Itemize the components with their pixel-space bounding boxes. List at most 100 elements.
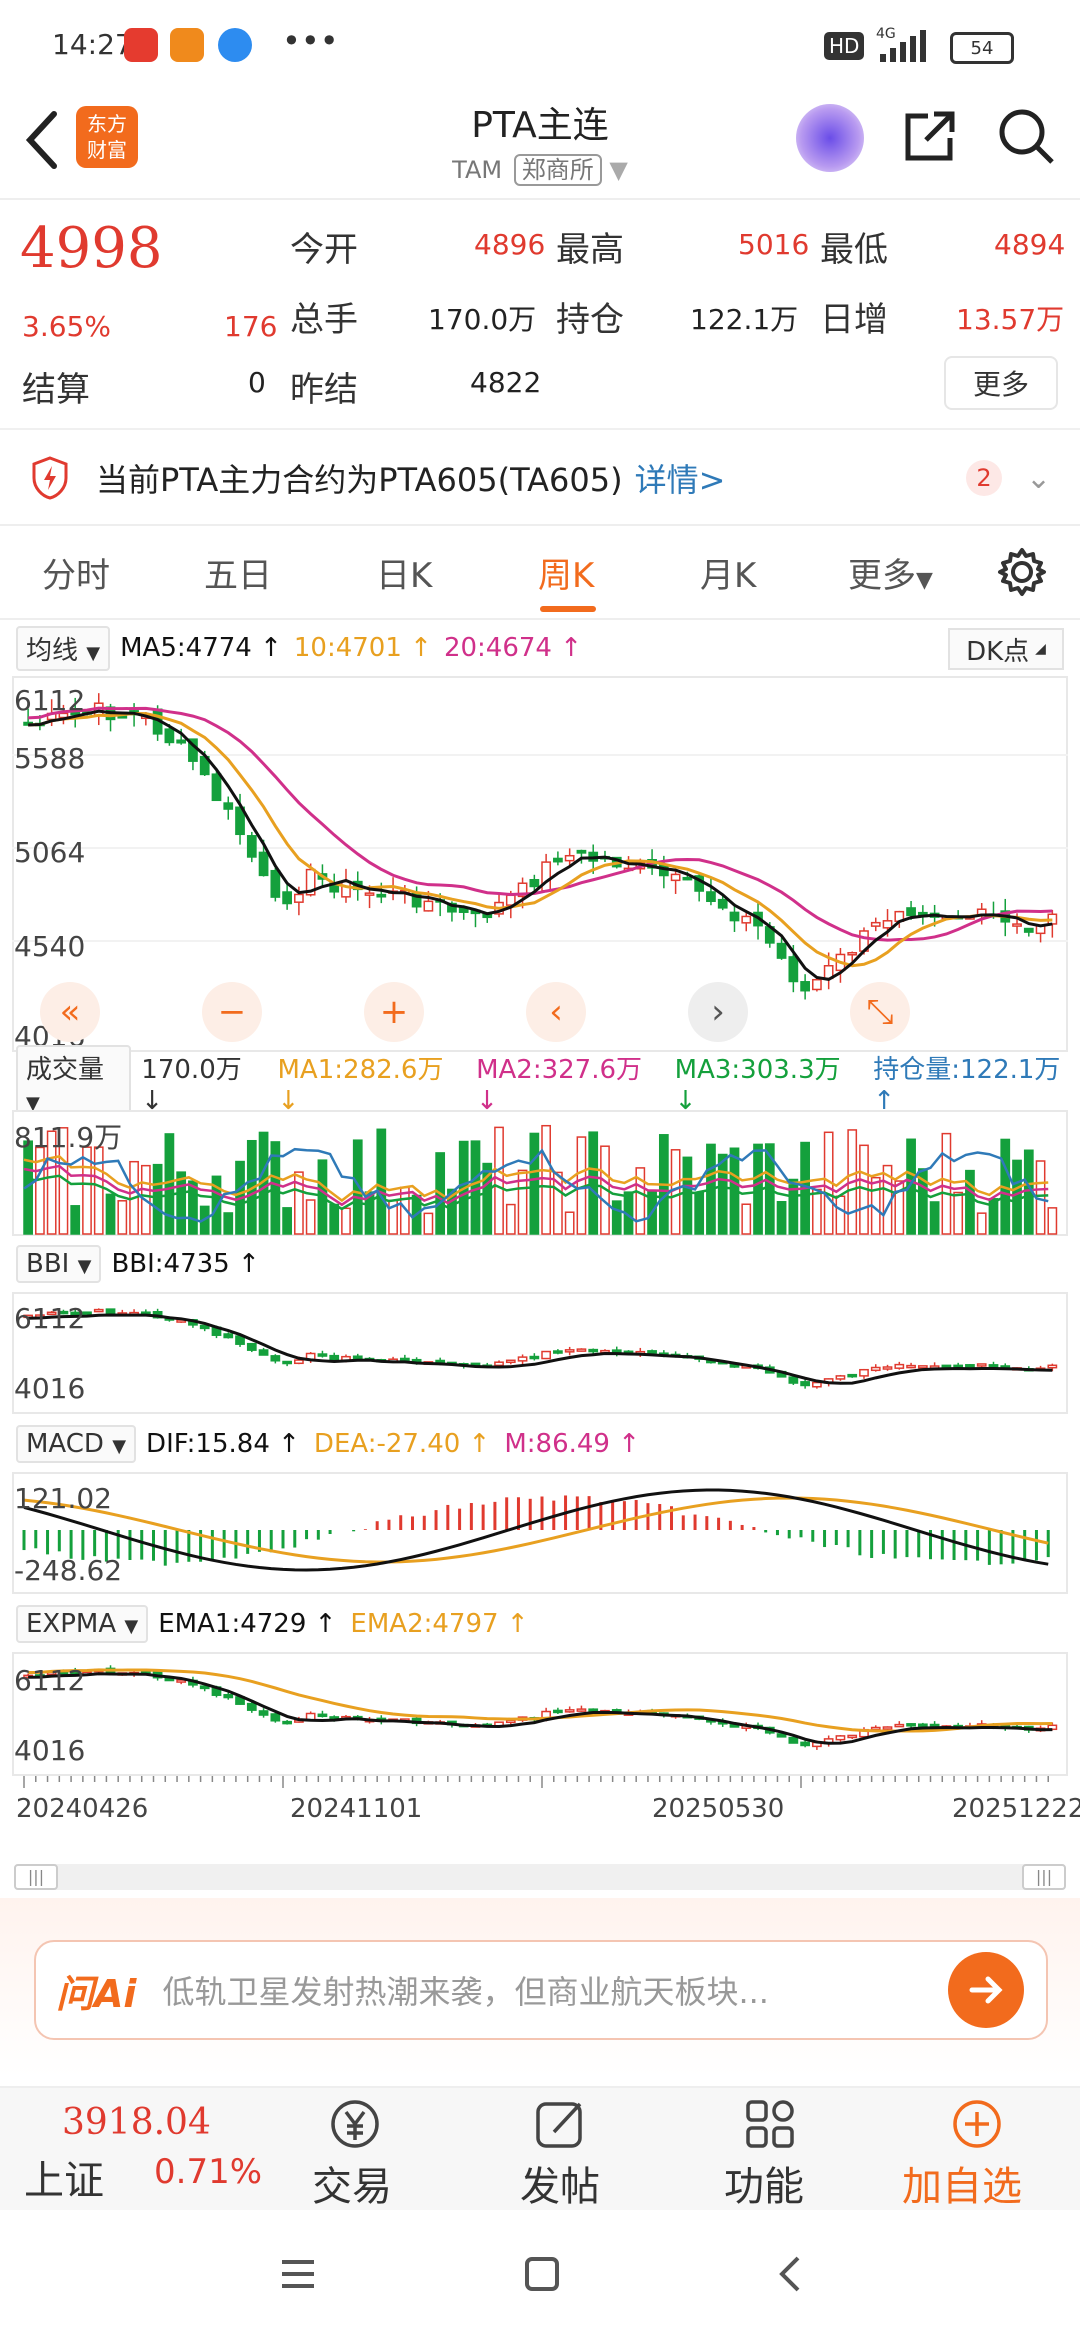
add-watchlist-icon[interactable]	[948, 2096, 1006, 2152]
ema1-value: EMA1:4729 ↑	[158, 1609, 337, 1639]
volume-bar	[1012, 1159, 1022, 1235]
bbi-indicator-label: BBI	[26, 1249, 70, 1279]
tab-daily-k[interactable]: 日K	[376, 548, 432, 597]
expma-candle	[258, 1710, 269, 1716]
bbi-chart[interactable]	[12, 1292, 1068, 1414]
x-axis-ticks	[23, 1776, 1049, 1788]
macd-y-label-top: 121.02	[14, 1482, 112, 1515]
bbi-candle	[93, 1308, 104, 1313]
tab-five-day[interactable]: 五日	[204, 548, 272, 597]
zoom-out-button[interactable]: −	[202, 982, 262, 1042]
arrow-right-icon	[969, 1976, 1003, 2004]
scrollbar-right-handle[interactable]: |||	[1022, 1864, 1066, 1890]
bbi-candle	[282, 1360, 292, 1365]
bbi-candle	[494, 1361, 504, 1367]
kline-candle	[847, 952, 858, 956]
kline-candle	[564, 854, 575, 862]
bbi-y-label-bottom: 4016	[14, 1372, 86, 1405]
volume-value: 170.0万	[428, 303, 537, 336]
expma-candle	[788, 1736, 799, 1744]
back-nav-icon[interactable]	[772, 2254, 808, 2294]
volume-bar	[965, 1169, 975, 1235]
expma-legend: EXPMA ▼ EMA1:4729 ↑ EMA2:4797 ↑	[16, 1604, 529, 1644]
index-name[interactable]: 上证	[24, 2148, 104, 2206]
scroll-left-button[interactable]: ‹	[526, 982, 586, 1042]
tab-weekly-k[interactable]: 周K	[538, 548, 594, 597]
menu-icon[interactable]	[278, 2256, 318, 2292]
last-price: 4998	[20, 216, 163, 281]
bbi-candle	[529, 1355, 540, 1360]
bbi-candle	[294, 1359, 304, 1365]
kline-candle	[788, 956, 799, 983]
volume-bar	[741, 1203, 752, 1235]
functions-grid-icon[interactable]	[742, 2096, 800, 2152]
kline-candle	[576, 849, 587, 854]
expma-chart[interactable]	[12, 1652, 1068, 1776]
fullscreen-button[interactable]: ⤡	[850, 982, 910, 1042]
macd-indicator-selector[interactable]: MACD ▼	[16, 1425, 137, 1463]
ema2-value: EMA2:4797 ↑	[350, 1609, 529, 1639]
kline-y-label-4: 4540	[14, 930, 86, 963]
scroll-left-fast-button[interactable]: «	[40, 982, 100, 1042]
bbi-candle	[882, 1366, 893, 1370]
bbi-candle	[835, 1375, 846, 1380]
index-change: 0.71%	[154, 2152, 263, 2192]
volume-bar	[694, 1191, 705, 1235]
bbi-candle	[435, 1359, 446, 1364]
volume-bar	[529, 1132, 540, 1235]
kline-candle	[776, 942, 787, 959]
nav-post[interactable]: 发帖	[520, 2154, 600, 2212]
share-icon[interactable]	[900, 106, 960, 166]
expma-y-label-top: 6112	[14, 1664, 86, 1697]
settings-gear-icon[interactable]	[996, 546, 1048, 598]
prev-settle-label: 昨结	[290, 370, 358, 410]
post-edit-icon[interactable]	[532, 2096, 590, 2152]
ai-assistant-avatar[interactable]	[796, 104, 864, 172]
search-icon[interactable]	[996, 106, 1058, 168]
x-label-1: 20240426	[16, 1794, 149, 1824]
bbi-candle	[517, 1356, 528, 1362]
bbi-candle	[505, 1359, 516, 1364]
ma-indicator-selector[interactable]: 均线 ▼	[16, 625, 111, 671]
ai-question-bar[interactable]: 问Ai 低轨卫星发射热潮来袭，但商业航天板块...	[34, 1940, 1048, 2040]
nav-trade[interactable]: 交易	[312, 2154, 392, 2212]
main-contract-notice[interactable]: 当前PTA主力合约为PTA605(TA605) 详情> 2 ⌄	[0, 432, 1080, 524]
tab-intraday[interactable]: 分时	[42, 548, 110, 597]
volume-bar	[1047, 1207, 1058, 1235]
index-value[interactable]: 3918.04	[62, 2102, 211, 2143]
scroll-right-button[interactable]: ›	[688, 982, 748, 1042]
bbi-indicator-selector[interactable]: BBI ▼	[16, 1245, 102, 1283]
bbi-candle	[105, 1308, 116, 1315]
nav-functions[interactable]: 功能	[724, 2154, 804, 2212]
home-square-icon[interactable]	[522, 2254, 562, 2294]
caret-down-icon: ▼	[916, 568, 933, 593]
macd-chart[interactable]	[12, 1472, 1068, 1594]
expma-candle	[847, 1734, 858, 1739]
tab-more[interactable]: 更多▼	[848, 548, 933, 597]
ai-submit-button[interactable]	[948, 1952, 1024, 2028]
volume-bar	[788, 1178, 799, 1235]
tab-monthly-k[interactable]: 月K	[700, 548, 756, 597]
expma-indicator-label: EXPMA	[26, 1609, 117, 1639]
volume-chart[interactable]	[12, 1110, 1068, 1236]
volume-bar	[329, 1203, 340, 1235]
volume-indicator-selector[interactable]: 成交量 ▼	[16, 1044, 132, 1120]
expma-indicator-selector[interactable]: EXPMA ▼	[16, 1605, 149, 1643]
volume-ma3: MA3:303.3万 ↓	[674, 1054, 841, 1116]
trade-yen-icon[interactable]	[326, 2096, 384, 2152]
scrollbar-left-handle[interactable]: |||	[14, 1864, 58, 1890]
dk-point-button[interactable]: DK点 ◢	[948, 628, 1064, 670]
notice-detail-link[interactable]: 详情>	[635, 455, 726, 501]
bbi-candle	[1047, 1364, 1058, 1369]
news-app-icon	[124, 28, 158, 62]
chevron-down-icon[interactable]: ⌄	[1026, 461, 1051, 496]
more-quote-button[interactable]: 更多	[944, 356, 1058, 410]
chart-range-scrollbar[interactable]: ||| |||	[14, 1864, 1066, 1890]
bbi-candle	[317, 1353, 328, 1357]
nav-add-watchlist[interactable]: 加自选	[902, 2154, 1022, 2212]
zoom-in-button[interactable]: +	[364, 982, 424, 1042]
battery-icon: 54	[950, 32, 1014, 64]
ai-prompt-text: 低轨卫星发射热潮来袭，但商业航天板块...	[162, 1973, 769, 2011]
expma-candle	[564, 1709, 575, 1713]
kline-candle	[1023, 927, 1034, 933]
